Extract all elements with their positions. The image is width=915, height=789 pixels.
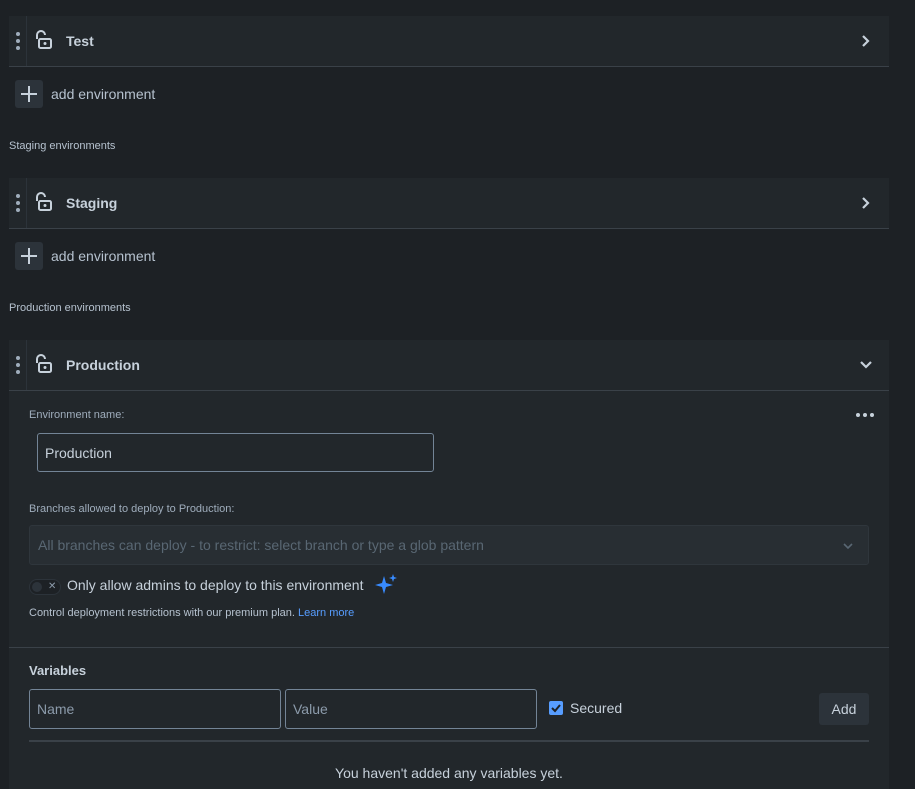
admin-only-label: Only allow admins to deploy to this envi…	[67, 577, 364, 593]
branches-placeholder: All branches can deploy - to restrict: s…	[38, 537, 484, 553]
add-variable-button[interactable]: Add	[819, 693, 869, 725]
env-name-input[interactable]: Production	[37, 433, 434, 472]
chevron-right-icon[interactable]	[859, 34, 873, 48]
variables-title: Variables	[29, 663, 87, 678]
env-title: Test	[66, 33, 94, 49]
add-environment-label[interactable]: add environment	[51, 248, 155, 264]
variables-divider	[29, 740, 869, 742]
secured-checkbox[interactable]	[549, 701, 563, 715]
plus-icon[interactable]	[15, 80, 43, 108]
learn-more-link[interactable]: Learn more	[298, 607, 354, 619]
add-environment-staging[interactable]: add environment	[15, 242, 155, 270]
sparkle-icon	[375, 574, 397, 594]
env-name-label: Environment name:	[29, 409, 125, 421]
add-environment-test[interactable]: add environment	[15, 80, 155, 108]
env-row-staging[interactable]: Staging	[9, 178, 889, 229]
close-icon: ✕	[48, 581, 57, 592]
premium-help-text: Control deployment restrictions with our…	[29, 607, 355, 619]
unlock-icon	[36, 192, 52, 211]
section-label-production: Production environments	[9, 302, 131, 314]
env-row-production[interactable]: Production	[9, 340, 889, 391]
production-panel: Environment name: Production Branches al…	[9, 391, 889, 789]
unlock-icon	[36, 30, 52, 49]
chevron-down-icon[interactable]	[859, 358, 873, 372]
branches-select[interactable]: All branches can deploy - to restrict: s…	[29, 525, 869, 565]
plus-icon[interactable]	[15, 242, 43, 270]
section-label-staging: Staging environments	[9, 140, 116, 152]
drag-handle[interactable]	[9, 16, 27, 66]
divider	[9, 647, 889, 648]
env-title: Staging	[66, 195, 118, 211]
chevron-down-icon	[843, 543, 853, 550]
drag-handle[interactable]	[9, 340, 27, 390]
drag-handle[interactable]	[9, 178, 27, 228]
variable-name-input[interactable]: Name	[29, 689, 281, 729]
env-title: Production	[66, 357, 140, 373]
chevron-right-icon[interactable]	[859, 196, 873, 210]
more-options-icon[interactable]	[856, 413, 874, 417]
secured-label: Secured	[570, 700, 623, 716]
admin-only-toggle[interactable]: ✕	[29, 579, 61, 595]
variable-value-input[interactable]: Value	[285, 689, 537, 729]
branches-label: Branches allowed to deploy to Production…	[29, 503, 235, 515]
check-icon	[551, 704, 561, 713]
empty-variables-message: You haven't added any variables yet.	[335, 765, 563, 781]
add-environment-label[interactable]: add environment	[51, 86, 155, 102]
env-row-test[interactable]: Test	[9, 16, 889, 67]
unlock-icon	[36, 354, 52, 373]
